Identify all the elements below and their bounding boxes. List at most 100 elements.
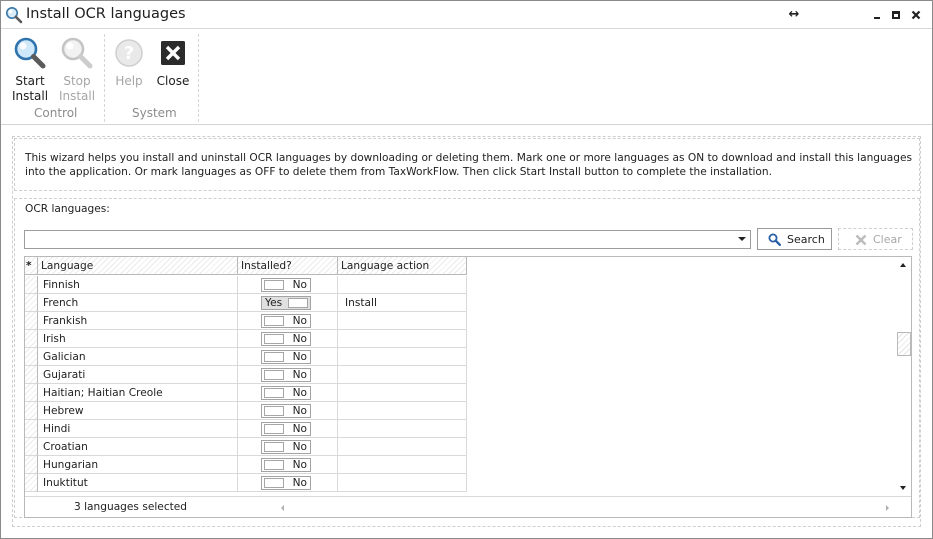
- svg-text:?: ?: [124, 43, 134, 64]
- row-indicator[interactable]: [25, 294, 38, 312]
- action-cell: [338, 420, 467, 438]
- installed-cell: No: [238, 330, 338, 348]
- installed-toggle[interactable]: No: [261, 386, 311, 400]
- toggle-knob: [264, 478, 284, 488]
- installed-cell: No: [238, 312, 338, 330]
- toggle-knob: [264, 280, 284, 290]
- toggle-knob: [264, 370, 284, 380]
- language-cell: Inuktitut: [38, 474, 238, 492]
- table-row[interactable]: Irish No: [25, 330, 467, 348]
- installed-toggle[interactable]: No: [261, 422, 311, 436]
- table-row[interactable]: Croatian No: [25, 438, 467, 456]
- toggle-knob: [264, 334, 284, 344]
- action-cell: Install: [338, 294, 467, 312]
- language-cell: Frankish: [38, 312, 238, 330]
- table-row[interactable]: Hungarian No: [25, 456, 467, 474]
- window-title: Install OCR languages: [26, 6, 186, 22]
- help-button[interactable]: ? Help: [107, 34, 151, 89]
- search-button[interactable]: Search: [757, 228, 832, 250]
- language-search-combo[interactable]: [24, 230, 751, 249]
- stop-install-button[interactable]: Stop Install: [55, 34, 99, 104]
- close-button[interactable]: Close: [151, 34, 195, 89]
- installed-toggle[interactable]: No: [261, 476, 311, 490]
- column-header-language[interactable]: Language: [38, 257, 238, 275]
- column-header-action[interactable]: Language action: [338, 257, 467, 275]
- installed-cell: No: [238, 366, 338, 384]
- language-cell: Irish: [38, 330, 238, 348]
- scroll-right-icon[interactable]: [886, 505, 889, 511]
- column-header-installed[interactable]: Installed?: [238, 257, 338, 275]
- toggle-value: No: [292, 315, 307, 327]
- action-cell: [338, 366, 467, 384]
- row-indicator[interactable]: [25, 384, 38, 402]
- installed-cell: No: [238, 456, 338, 474]
- installed-toggle[interactable]: No: [261, 404, 311, 418]
- toggle-value: No: [292, 441, 307, 453]
- table-row[interactable]: Frankish No: [25, 312, 467, 330]
- toggle-knob: [264, 460, 284, 470]
- row-indicator[interactable]: [25, 276, 38, 294]
- start-install-button[interactable]: Start Install: [8, 34, 52, 104]
- help-icon: ?: [112, 36, 146, 70]
- magnifier-icon: [13, 36, 47, 70]
- vertical-scrollbar[interactable]: [895, 257, 911, 499]
- toggle-knob: [288, 298, 308, 308]
- scroll-left-icon[interactable]: [281, 505, 284, 511]
- row-indicator[interactable]: [25, 312, 38, 330]
- table-row[interactable]: Inuktitut No: [25, 474, 467, 492]
- resize-icon[interactable]: ↔: [784, 5, 804, 25]
- scroll-down-icon[interactable]: [900, 486, 906, 490]
- close-window-button[interactable]: [906, 5, 926, 25]
- table-row[interactable]: Gujarati No: [25, 366, 467, 384]
- installed-toggle[interactable]: No: [261, 278, 311, 292]
- action-cell: [338, 474, 467, 492]
- installed-toggle[interactable]: No: [261, 332, 311, 346]
- table-row[interactable]: Hebrew No: [25, 402, 467, 420]
- installed-cell: Yes: [238, 294, 338, 312]
- chevron-down-icon[interactable]: [738, 237, 746, 241]
- row-indicator[interactable]: [25, 474, 38, 492]
- action-cell: [338, 276, 467, 294]
- scroll-up-icon[interactable]: [900, 263, 906, 267]
- installed-toggle[interactable]: Yes: [261, 296, 311, 310]
- row-indicator[interactable]: [25, 366, 38, 384]
- languages-grid: * Language Installed? Language action Fi…: [24, 256, 912, 518]
- table-row[interactable]: Finnish No: [25, 276, 467, 294]
- installed-toggle[interactable]: No: [261, 368, 311, 382]
- installed-toggle[interactable]: No: [261, 440, 311, 454]
- table-row[interactable]: Hindi No: [25, 420, 467, 438]
- installed-cell: No: [238, 474, 338, 492]
- minimize-button[interactable]: [867, 5, 887, 25]
- row-indicator[interactable]: [25, 402, 38, 420]
- installed-cell: No: [238, 438, 338, 456]
- toggle-value: No: [292, 279, 307, 291]
- table-row[interactable]: Galician No: [25, 348, 467, 366]
- installed-toggle[interactable]: No: [261, 314, 311, 328]
- maximize-button[interactable]: [886, 5, 906, 25]
- action-cell: [338, 348, 467, 366]
- row-indicator[interactable]: [25, 348, 38, 366]
- toggle-value: No: [292, 459, 307, 471]
- row-indicator[interactable]: [25, 456, 38, 474]
- clear-button[interactable]: Clear: [838, 228, 913, 250]
- close-icon: [156, 36, 190, 70]
- installed-toggle[interactable]: No: [261, 350, 311, 364]
- description-box: This wizard helps you install and uninst…: [14, 138, 920, 191]
- toggle-knob: [264, 352, 284, 362]
- table-row[interactable]: French Yes Install: [25, 294, 467, 312]
- grid-footer: 3 languages selected: [25, 496, 911, 517]
- language-cell: Croatian: [38, 438, 238, 456]
- row-indicator[interactable]: [25, 420, 38, 438]
- installed-toggle[interactable]: No: [261, 458, 311, 472]
- group-separator: [104, 34, 105, 122]
- installed-cell: No: [238, 420, 338, 438]
- table-row[interactable]: Haitian; Haitian Creole No: [25, 384, 467, 402]
- description-text: This wizard helps you install and uninst…: [25, 152, 913, 178]
- scroll-thumb[interactable]: [897, 332, 911, 356]
- toggle-value: No: [292, 387, 307, 399]
- toggle-value: No: [292, 333, 307, 345]
- row-indicator[interactable]: [25, 330, 38, 348]
- toggle-value: No: [292, 369, 307, 381]
- row-indicator[interactable]: [25, 438, 38, 456]
- ribbon-toolbar: Start Install Stop Install Control ? Hel…: [1, 30, 932, 125]
